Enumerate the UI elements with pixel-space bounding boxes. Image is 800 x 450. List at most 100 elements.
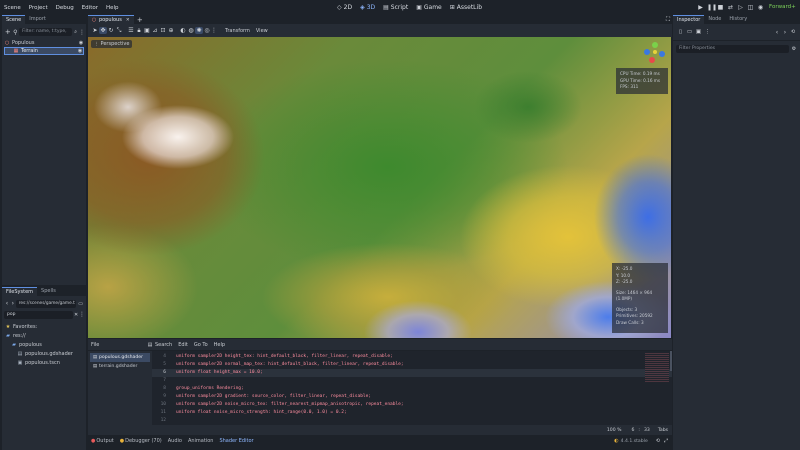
move-icon[interactable]: ✥: [99, 27, 107, 34]
preview-sun-icon[interactable]: ✺: [195, 27, 203, 34]
menu-debug[interactable]: Debug: [56, 5, 74, 11]
tab-spells[interactable]: Spells: [37, 287, 60, 296]
save-resource-icon[interactable]: ▣: [694, 29, 703, 35]
tree-row[interactable]: ▦ Terrain ◉: [4, 47, 84, 55]
ruler-icon[interactable]: ⊿: [151, 27, 159, 34]
fs-path-field[interactable]: res://scenes/game/game.t: [15, 299, 77, 308]
menu-transform[interactable]: Transform: [225, 28, 250, 34]
z-neg-axis-handle[interactable]: [659, 51, 665, 57]
fs-row-populous-folder[interactable]: ▰ populous: [5, 340, 83, 349]
tab-inspector[interactable]: Inspector: [673, 15, 705, 24]
code-scrollbar[interactable]: [670, 351, 672, 371]
tab-shader-editor[interactable]: Shader Editor: [219, 438, 253, 444]
x-axis-handle[interactable]: [649, 57, 655, 63]
movie-icon[interactable]: ◉: [757, 4, 764, 11]
tab-import[interactable]: Import: [25, 15, 50, 24]
code-editor[interactable]: 4 uniform sampler2D height_tex: hint_defa…: [152, 351, 672, 425]
indent-mode[interactable]: Tabs: [658, 428, 668, 433]
play-scene-icon[interactable]: ▷: [737, 4, 744, 11]
z-axis-handle[interactable]: [644, 49, 650, 55]
filter-properties-input[interactable]: Filter Properties: [676, 45, 789, 53]
lock-icon[interactable]: 🔒︎: [135, 27, 143, 35]
shader-file-item[interactable]: ▤ terrain.gdshader: [90, 362, 150, 371]
fs-row-shader[interactable]: ▤ populous.gdshader: [5, 349, 83, 358]
play-custom-icon[interactable]: ◫: [747, 4, 754, 11]
load-resource-icon[interactable]: ▭: [685, 29, 694, 35]
menu-view[interactable]: View: [256, 28, 268, 34]
environment-icon[interactable]: ◍: [187, 27, 195, 34]
menu-search[interactable]: Search: [155, 342, 172, 348]
rotate-icon[interactable]: ↻: [107, 27, 115, 34]
select-icon[interactable]: ➤: [91, 27, 99, 34]
renderer-selector[interactable]: Forward+: [769, 4, 796, 10]
more-icon[interactable]: ⋮: [79, 29, 85, 36]
tab-scene[interactable]: Scene: [2, 15, 26, 24]
local-space-icon[interactable]: ⊡: [159, 27, 167, 34]
fs-row-favorites[interactable]: ★ Favorites:: [5, 322, 83, 331]
tab-animation[interactable]: Animation: [188, 438, 214, 444]
snap-icon[interactable]: ⊕: [167, 27, 175, 34]
menu-editor[interactable]: Editor: [82, 5, 98, 11]
orientation-gizmo[interactable]: [644, 42, 666, 64]
play-icon[interactable]: ▶: [697, 4, 704, 11]
add-tab-icon[interactable]: +: [136, 16, 144, 24]
settings-icon[interactable]: ⚙: [791, 46, 797, 52]
tab-node[interactable]: Node: [704, 15, 725, 24]
y-axis-handle[interactable]: [652, 42, 658, 48]
tab-filesystem[interactable]: FileSystem: [2, 287, 38, 296]
visibility-icon[interactable]: ◉: [77, 47, 83, 55]
visibility-icon[interactable]: ◉: [78, 39, 84, 47]
split-view-icon[interactable]: ▭: [77, 301, 84, 307]
zoom-level[interactable]: 100 %: [607, 428, 622, 433]
history-icon[interactable]: ⟲: [656, 438, 660, 444]
remote-debug-icon[interactable]: ⇄: [727, 4, 734, 11]
perspective-menu[interactable]: ⋮ Perspective: [91, 40, 133, 48]
group-icon[interactable]: ▣: [143, 27, 151, 34]
workspace-assetlib[interactable]: ⊞ AssetLib: [450, 4, 482, 11]
menu-file[interactable]: File: [91, 342, 145, 348]
tab-history[interactable]: History: [725, 15, 751, 24]
back-icon[interactable]: ‹: [773, 29, 781, 36]
code-minimap[interactable]: [645, 353, 669, 383]
tab-audio[interactable]: Audio: [168, 438, 182, 444]
workspace-script[interactable]: ▤ Script: [383, 4, 408, 11]
sun-icon[interactable]: ◐: [179, 27, 187, 34]
scale-icon[interactable]: ⤡: [115, 27, 123, 35]
menu-project[interactable]: Project: [29, 5, 48, 11]
shader-file-item[interactable]: ▤ populous.gdshader: [90, 353, 150, 362]
expand-panel-icon[interactable]: ⤢: [664, 438, 668, 444]
menu-help[interactable]: Help: [214, 342, 225, 348]
preview-env-icon[interactable]: ◎: [203, 27, 211, 34]
tree-row[interactable]: ○ Populous ◉: [4, 39, 84, 47]
history-icon[interactable]: ⟲: [789, 29, 797, 35]
update-spinner-icon[interactable]: ◐: [614, 438, 618, 444]
viewport-3d[interactable]: ⋮ Perspective CPU Time: 0.19 ms GPU Time…: [88, 37, 671, 338]
fs-row-scene[interactable]: ▣ populous.tscn: [5, 358, 83, 367]
new-resource-icon[interactable]: ▯: [676, 29, 685, 35]
forward-icon[interactable]: ›: [10, 300, 16, 307]
menu-help[interactable]: Help: [106, 5, 119, 11]
workspace-game[interactable]: ▣ Game: [416, 4, 442, 11]
tab-debugger[interactable]: ● Debugger (70): [120, 438, 162, 444]
more-icon[interactable]: ⋮: [211, 27, 217, 34]
menu-scene[interactable]: Scene: [4, 5, 21, 11]
distraction-free-icon[interactable]: ⛶: [664, 16, 672, 24]
workspace-2d[interactable]: ◇ 2D: [337, 4, 352, 11]
link-icon[interactable]: ⚲: [12, 29, 20, 36]
stop-icon[interactable]: ■: [717, 4, 724, 11]
pause-icon[interactable]: ❚❚: [707, 4, 717, 11]
fs-search-input[interactable]: pop: [4, 310, 74, 319]
scene-tab-populous[interactable]: ○ populous ✕: [88, 15, 134, 24]
workspace-3d[interactable]: ◈ 3D: [360, 4, 375, 11]
toggle-files-icon[interactable]: ▤: [145, 342, 155, 348]
tab-output[interactable]: ● Output: [91, 438, 114, 444]
forward-icon[interactable]: ›: [781, 29, 789, 36]
more-icon[interactable]: ⋮: [79, 311, 85, 318]
list-select-icon[interactable]: ☰: [127, 27, 135, 34]
more-icon[interactable]: ⋮: [703, 29, 712, 35]
fs-row-res[interactable]: ▰ res://: [5, 331, 83, 340]
menu-edit[interactable]: Edit: [178, 342, 188, 348]
scene-filter-input[interactable]: Filter: name, t:type,: [19, 28, 73, 36]
menu-goto[interactable]: Go To: [194, 342, 208, 348]
add-node-icon[interactable]: +: [4, 28, 12, 36]
